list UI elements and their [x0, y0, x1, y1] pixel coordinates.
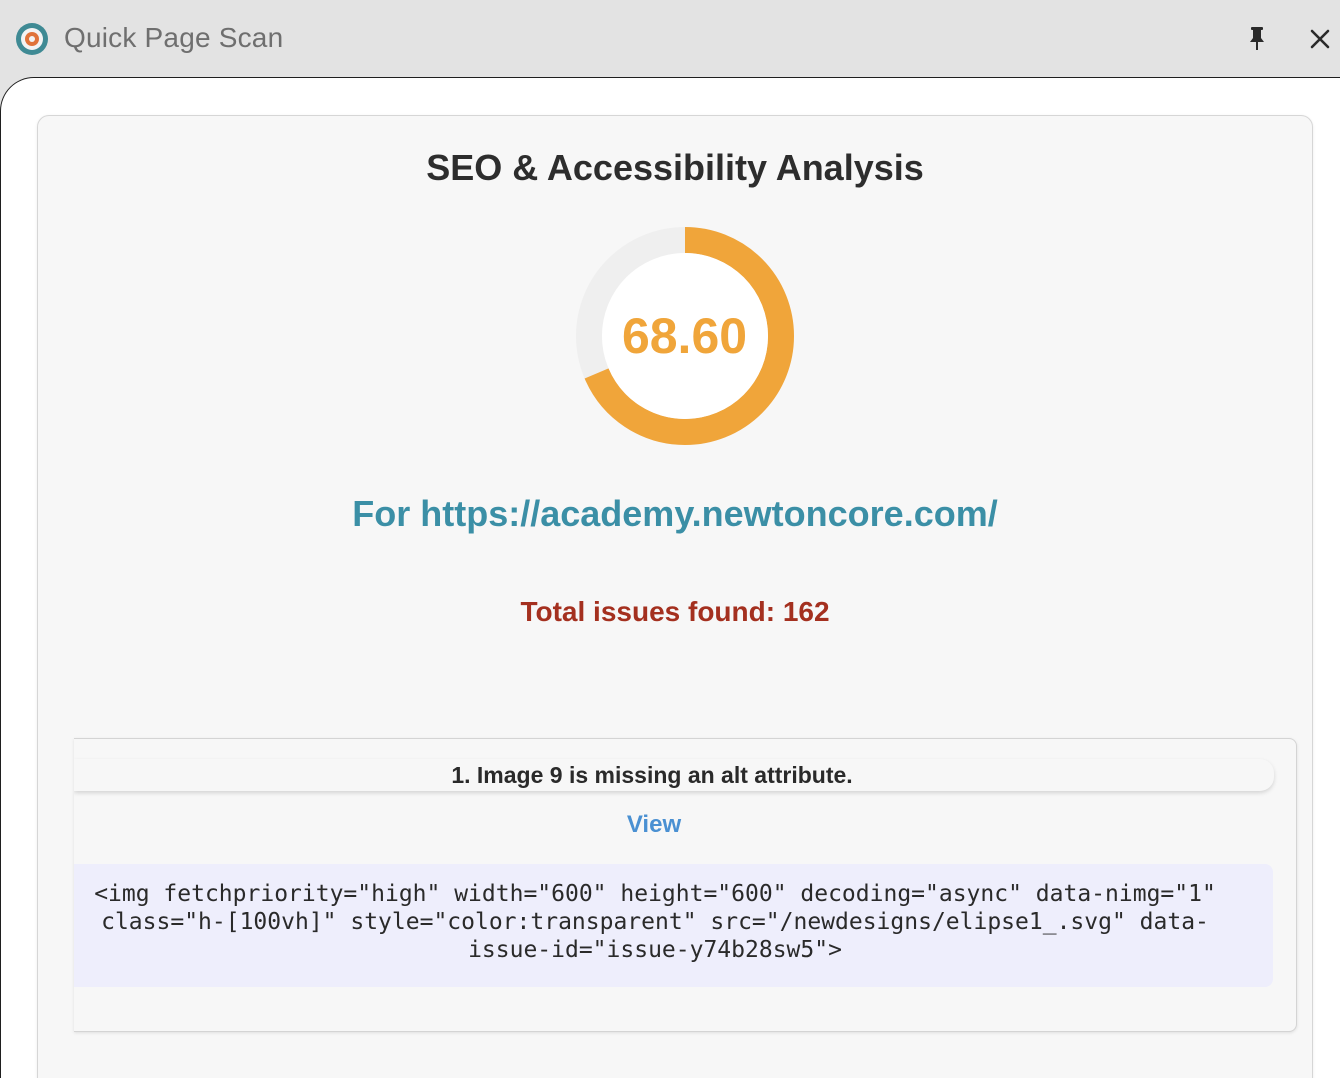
score-value: 68.60 — [621, 308, 748, 364]
close-button[interactable] — [1303, 22, 1337, 56]
view-issue-link[interactable]: View — [74, 809, 1234, 841]
issue-item: 1. Image 9 is missing an alt attribute. … — [74, 738, 1297, 1032]
page-title: SEO & Accessibility Analysis — [426, 147, 924, 188]
window-titlebar: Quick Page Scan — [0, 0, 1340, 78]
analysis-card: SEO & Accessibility Analysis 68.60 For h… — [37, 115, 1313, 1078]
pin-button[interactable] — [1240, 22, 1274, 56]
issue-title: 1. Image 9 is missing an alt attribute. — [451, 762, 853, 788]
close-icon — [1310, 29, 1330, 49]
issue-title-bar: 1. Image 9 is missing an alt attribute. — [74, 759, 1274, 791]
pin-icon — [1250, 27, 1264, 50]
code-snippet-box: <img fetchpriority="high" width="600" he… — [74, 864, 1273, 987]
code-snippet: <img fetchpriority="high" width="600" he… — [94, 881, 1216, 963]
total-issues-label: Total issues found: 162 — [520, 596, 830, 627]
app-title: Quick Page Scan — [64, 22, 284, 53]
content-area: SEO & Accessibility Analysis 68.60 For h… — [0, 77, 1340, 1078]
scanned-url[interactable]: For https://academy.newtoncore.com/ — [38, 492, 1312, 536]
target-logo-icon — [16, 23, 48, 55]
